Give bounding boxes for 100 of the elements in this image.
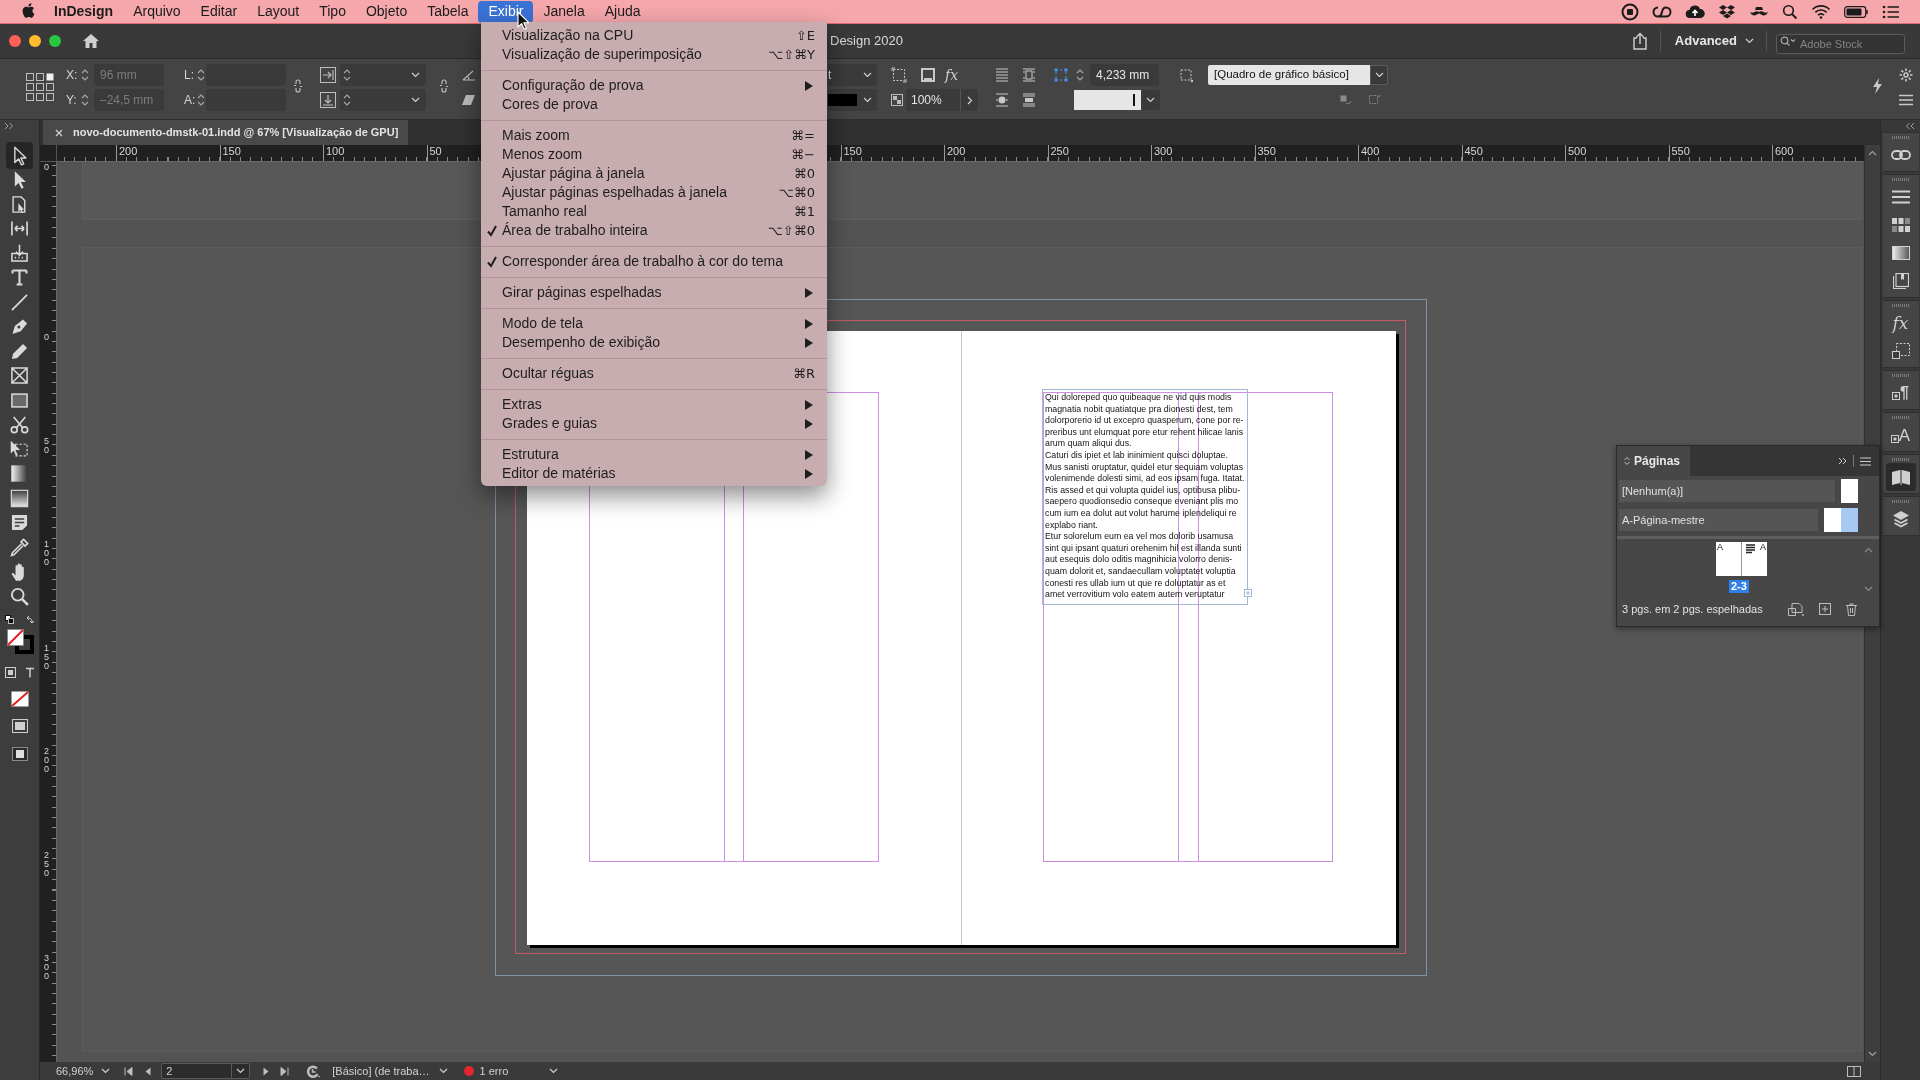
swap-colors-icon[interactable] [25, 615, 35, 624]
chevron-down-icon[interactable] [411, 97, 420, 103]
preflight-errors-dropdown[interactable]: 1 erro [463, 1062, 558, 1080]
scroll-down-icon[interactable] [1868, 1051, 1877, 1057]
stepper-arrows-icon[interactable] [343, 67, 351, 83]
object-style-dropdown[interactable]: [Quadro de gráfico básico] [1208, 65, 1370, 85]
content-collector-icon[interactable] [9, 242, 30, 264]
sort-arrows-icon[interactable] [1624, 456, 1630, 466]
broken-chain-icon[interactable] [438, 78, 450, 94]
menu-bar-item[interactable]: Exibir [478, 0, 534, 23]
preflight-icon[interactable] [306, 1064, 322, 1078]
paragraph-styles-button[interactable]: ¶ [1892, 385, 1909, 401]
menu-option[interactable]: Configuração de prova [481, 76, 827, 95]
grip-handle-icon[interactable] [1891, 304, 1910, 307]
zoom-window-button[interactable] [49, 35, 61, 47]
stepper-arrows-icon[interactable] [81, 67, 89, 83]
minimize-window-button[interactable] [29, 35, 41, 47]
workspace-switcher[interactable]: Advanced [1670, 31, 1758, 51]
close-window-button[interactable] [9, 35, 21, 47]
app-menu[interactable]: InDesign [44, 0, 124, 23]
scroll-up-icon[interactable] [1868, 150, 1877, 156]
menu-option[interactable]: Estrutura [481, 445, 827, 464]
stroke-weight-field[interactable]: 4,233 mm [1090, 64, 1159, 86]
chevron-down-icon[interactable] [438, 1068, 448, 1074]
character-styles-button[interactable]: A [1890, 426, 1911, 444]
text-wrap-none-icon[interactable] [995, 68, 1009, 82]
scroll-down-icon[interactable] [1864, 586, 1873, 592]
menu-bar-item[interactable]: Ajuda [594, 0, 651, 23]
menu-option[interactable]: Mais zoom ⌘= [481, 126, 827, 145]
menu-option[interactable]: Girar páginas espelhadas [481, 283, 827, 302]
bookmark-page-icon[interactable] [1892, 273, 1909, 289]
stroke-panel-icon[interactable] [1891, 190, 1910, 204]
type-tool-icon[interactable] [9, 267, 30, 289]
document-tab[interactable]: novo-documento-dmstk-01.indd @ 67% [Visualização de GPU] [43, 120, 409, 145]
scissors-tool-icon[interactable] [9, 414, 30, 436]
reference-point-icon[interactable] [26, 73, 54, 101]
grip-handle-icon[interactable] [1891, 374, 1910, 377]
effects-button[interactable]: fx [945, 64, 959, 86]
arrow-down-box-icon[interactable] [320, 92, 336, 108]
stepper-arrows-icon[interactable] [81, 92, 89, 108]
preview-mode-icon[interactable] [11, 746, 28, 761]
height-field[interactable] [206, 89, 286, 111]
broken-chain-icon[interactable] [292, 78, 304, 94]
settings-icon[interactable] [1899, 68, 1913, 82]
linked-loops-icon[interactable] [1652, 4, 1672, 19]
wifi-icon[interactable] [1811, 4, 1831, 19]
arrow-right-box-icon[interactable] [320, 67, 336, 83]
apply-none-icon[interactable] [10, 690, 29, 707]
chevron-down-icon[interactable] [1374, 72, 1384, 78]
bulleted-list-icon[interactable] [1882, 4, 1900, 19]
chevron-down-icon[interactable] [863, 72, 872, 78]
text-wrap-jump-icon[interactable] [1022, 93, 1036, 107]
selection-tool-icon[interactable] [6, 141, 33, 169]
menu-bar-item[interactable]: Tipo [309, 0, 356, 23]
menu-option[interactable]: Cores de prova [481, 95, 827, 114]
gradient-panel-icon[interactable] [1891, 246, 1910, 260]
angle-icon[interactable] [462, 69, 476, 81]
facing-pages-thumbnail[interactable] [1824, 508, 1858, 532]
menu-option[interactable]: Modo de tela [481, 314, 827, 333]
menu-option[interactable]: Ajustar página à janela ⌘0 [481, 164, 827, 183]
menu-icon[interactable] [1899, 94, 1913, 106]
menu-option[interactable]: Área de trabalho inteira ⌥⇧⌘0 [481, 221, 827, 240]
diamonds-box-icon[interactable] [1718, 3, 1736, 20]
format-container-icon[interactable] [4, 667, 16, 678]
opacity-field[interactable]: 100% [906, 89, 960, 111]
dropdown-field[interactable] [340, 64, 426, 86]
menu-option[interactable]: Corresponder área de trabalho à cor do tema [481, 252, 827, 271]
menu-bar-item[interactable]: Layout [247, 0, 310, 23]
grip-handle-icon[interactable] [1891, 500, 1910, 503]
chevron-down-icon[interactable] [548, 1068, 558, 1074]
stroke-color-dropdown[interactable] [828, 89, 877, 111]
search-icon[interactable] [1780, 36, 1796, 46]
panel-menu-icon[interactable] [1860, 456, 1871, 466]
text-wrap-shape-icon[interactable] [995, 93, 1009, 107]
fill-stroke-swatches-icon[interactable] [5, 627, 34, 654]
single-page-thumbnail[interactable] [1841, 479, 1858, 503]
previous-page-icon[interactable] [145, 1066, 152, 1076]
opacity-slider-button[interactable] [960, 89, 978, 111]
menu-option[interactable]: Visualização na CPU ⇧E [481, 26, 827, 45]
stepper-arrows-icon[interactable] [197, 67, 205, 83]
object-style-icon[interactable] [1178, 67, 1194, 83]
transparency-checker-icon[interactable] [891, 94, 903, 106]
grip-handle-icon[interactable] [1891, 458, 1910, 461]
format-text-icon[interactable] [24, 667, 35, 678]
chevron-down-icon[interactable] [236, 1068, 246, 1074]
eyedropper-tool-icon[interactable] [9, 536, 30, 558]
trash-icon[interactable] [1846, 602, 1857, 616]
chevron-down-icon[interactable] [411, 72, 420, 78]
apple-logo-icon[interactable] [21, 2, 35, 19]
menu-option[interactable]: Menos zoom ⌘− [481, 145, 827, 164]
search-field[interactable]: Adobe Stock [1776, 34, 1905, 54]
swatches-panel-icon[interactable] [1891, 218, 1910, 232]
frame-corner-icon[interactable] [1054, 68, 1068, 82]
zoom-level-dropdown[interactable]: 66,96% [56, 1062, 111, 1080]
grip-handle-icon[interactable] [1891, 416, 1910, 419]
layers-panel-icon[interactable] [1891, 510, 1910, 528]
master-page-item[interactable]: [Nenhum(a)] [1619, 480, 1835, 502]
master-page-item[interactable]: A-Página-mestre [1619, 509, 1818, 531]
stepper-arrows-icon[interactable] [1076, 67, 1084, 83]
stepper-arrows-icon[interactable] [343, 92, 351, 108]
